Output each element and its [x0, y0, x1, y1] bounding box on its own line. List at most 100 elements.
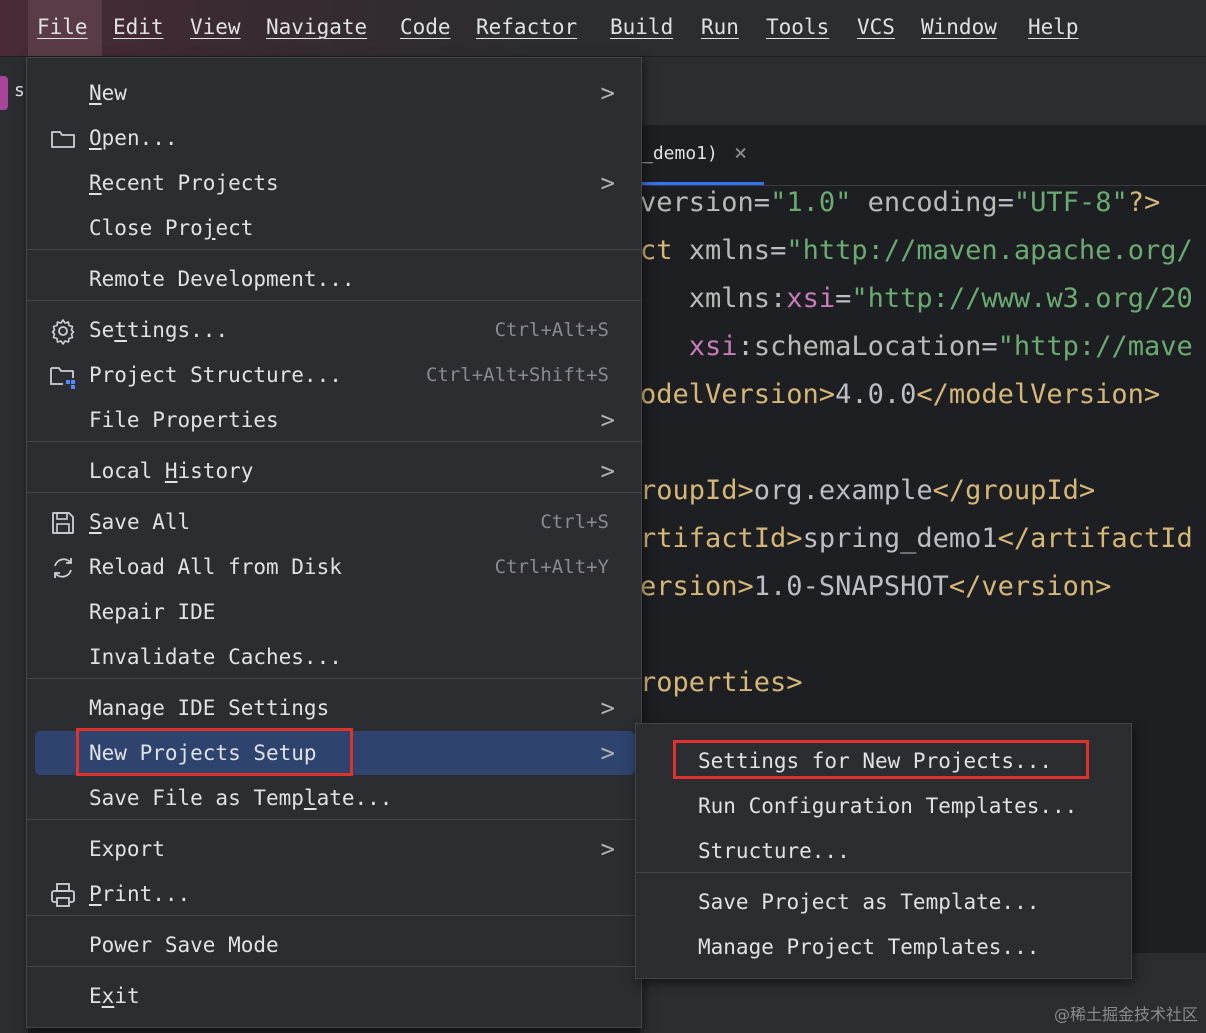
menu-item-label: Settings...	[89, 308, 228, 352]
menu-item-exit[interactable]: Exit	[27, 974, 641, 1018]
code-token: ersion>	[640, 571, 754, 602]
chevron-right-icon: >	[600, 79, 615, 107]
menu-item-print[interactable]: Print...	[27, 872, 641, 916]
menu-edit[interactable]: Edit	[113, 0, 164, 56]
code-token: odelVersion>	[640, 379, 836, 410]
menu-refactor[interactable]: Refactor	[476, 0, 577, 56]
menu-code[interactable]: Code	[400, 0, 451, 56]
code-token: "UTF-8"	[1013, 187, 1128, 218]
tab-close-icon[interactable]: ×	[734, 141, 747, 166]
menu-item-settings[interactable]: Settings... Ctrl+Alt+S	[27, 308, 641, 352]
menu-item-manage-ide-settings[interactable]: Manage IDE Settings >	[27, 686, 641, 730]
menu-vcs[interactable]: VCS	[857, 0, 895, 56]
code-token: =	[753, 187, 771, 218]
menu-item-power-save-mode[interactable]: Power Save Mode	[27, 923, 641, 967]
menu-tools[interactable]: Tools	[766, 0, 829, 56]
menu-build[interactable]: Build	[610, 0, 673, 56]
code-token: =	[997, 187, 1014, 218]
menu-item-file-properties[interactable]: File Properties >	[27, 398, 641, 442]
menu-item-label: Repair IDE	[89, 590, 215, 634]
menu-item-label: Save File as Template...	[89, 776, 392, 820]
submenu-item-save-project-as-template[interactable]: Save Project as Template...	[636, 880, 1131, 924]
menu-item-project-structure[interactable]: Project Structure... Ctrl+Alt+Shift+S	[27, 353, 641, 397]
code-token: xmlns	[640, 283, 771, 314]
submenu-item-label: Save Project as Template...	[698, 890, 1040, 914]
menu-item-invalidate-caches[interactable]: Invalidate Caches...	[27, 635, 641, 679]
label-text: Manage IDE Settings	[89, 696, 330, 720]
gear-icon	[49, 317, 77, 345]
menu-window[interactable]: Window	[921, 0, 997, 56]
label-text: Close Pro	[89, 216, 203, 240]
menu-item-open[interactable]: Open...	[27, 116, 641, 160]
code-token: xsi	[640, 331, 738, 362]
label-text: Invalidate Caches...	[89, 645, 342, 669]
menu-item-repair-ide[interactable]: Repair IDE	[27, 590, 641, 634]
label-text: rint...	[101, 882, 191, 906]
menu-navigate[interactable]: Navigate	[266, 0, 367, 56]
code-token: </modelVersion>	[916, 379, 1161, 410]
label-text: ate...	[316, 786, 393, 810]
code-line: odelVersion>4.0.0</modelVersion>	[640, 379, 1160, 410]
menu-item-recent-projects[interactable]: Recent Projects >	[27, 161, 641, 205]
mnemonic-char: x	[101, 984, 115, 1008]
menu-item-reload-all[interactable]: Reload All from Disk Ctrl+Alt+Y	[27, 545, 641, 589]
main-toolbar	[640, 57, 1206, 126]
menu-item-close-project[interactable]: Close Project	[27, 206, 641, 250]
editor-tab-label[interactable]: _demo1)	[642, 143, 718, 164]
menu-file[interactable]: File	[28, 0, 102, 56]
menu-item-save-file-as-template[interactable]: Save File as Template...	[27, 776, 641, 820]
menu-item-remote-development[interactable]: Remote Development...	[27, 257, 641, 301]
menu-item-label: Print...	[89, 872, 190, 916]
code-token: </artifactId	[997, 523, 1193, 554]
menu-item-new-projects-setup[interactable]: New Projects Setup >	[27, 731, 641, 775]
mnemonic-char: H	[164, 459, 178, 483]
active-tab-indicator	[640, 182, 764, 185]
mnemonic-char: R	[89, 171, 102, 195]
code-line: xsi:schemaLocation="http://mave	[640, 331, 1193, 362]
label-text: ecent Projects	[101, 171, 279, 195]
code-token: ?>	[1127, 187, 1161, 218]
code-token: "http://mave	[997, 331, 1193, 362]
label-text: Export	[89, 837, 165, 861]
submenu-item-manage-project-templates[interactable]: Manage Project Templates...	[636, 925, 1131, 969]
menu-item-label: Recent Projects	[89, 161, 279, 205]
code-token: "1.0"	[770, 187, 852, 218]
code-token: roupId>	[640, 475, 754, 506]
submenu-item-run-configuration-templates[interactable]: Run Configuration Templates...	[636, 784, 1131, 828]
label-text: ect	[215, 216, 254, 240]
code-token: :	[737, 331, 754, 362]
menu-item-label: Close Project	[89, 206, 253, 250]
code-token: roperties>	[640, 667, 803, 698]
menu-item-save-all[interactable]: Save All Ctrl+S	[27, 500, 641, 544]
code-token: 4.0.0	[835, 379, 917, 410]
code-token: "http://www.w3.org/20	[851, 283, 1193, 314]
code-token: 1.0-SNAPSHOT	[753, 571, 949, 602]
submenu-item-structure[interactable]: Structure...	[636, 829, 1131, 873]
menu-view[interactable]: View	[190, 0, 241, 56]
label-text: Remote Development...	[89, 267, 355, 291]
menu-item-label: Export	[89, 827, 165, 871]
submenu-item-settings-for-new-projects[interactable]: Settings for New Projects...	[636, 739, 1131, 783]
code-line: version="1.0" encoding="UTF-8"?>	[640, 187, 1160, 218]
shortcut-label: Ctrl+Alt+Y	[494, 556, 609, 578]
code-line: ersion>1.0-SNAPSHOT</version>	[640, 571, 1111, 602]
menu-item-label: Power Save Mode	[89, 923, 279, 967]
label-text: istory	[177, 459, 254, 483]
chevron-right-icon: >	[600, 406, 615, 434]
menu-item-label: Exit	[89, 974, 140, 1018]
project-chip-label: s	[14, 80, 25, 101]
menu-item-local-history[interactable]: Local History >	[27, 449, 641, 493]
menu-item-export[interactable]: Export >	[27, 827, 641, 871]
menu-run[interactable]: Run	[701, 0, 739, 56]
file-menu-dropdown: New > Open... Recent Projects > Close Project…	[26, 57, 642, 1028]
menu-item-label: Invalidate Caches...	[89, 635, 342, 679]
chevron-right-icon: >	[600, 169, 615, 197]
code-token: schemaLocation	[753, 331, 982, 362]
code-token: spring_demo1	[802, 523, 998, 554]
label-text: it	[114, 984, 140, 1008]
chevron-right-icon: >	[600, 835, 615, 863]
project-chip[interactable]	[0, 76, 8, 110]
menu-item-new[interactable]: New >	[27, 71, 641, 115]
menu-help[interactable]: Help	[1028, 0, 1079, 56]
folder-icon	[49, 125, 77, 153]
